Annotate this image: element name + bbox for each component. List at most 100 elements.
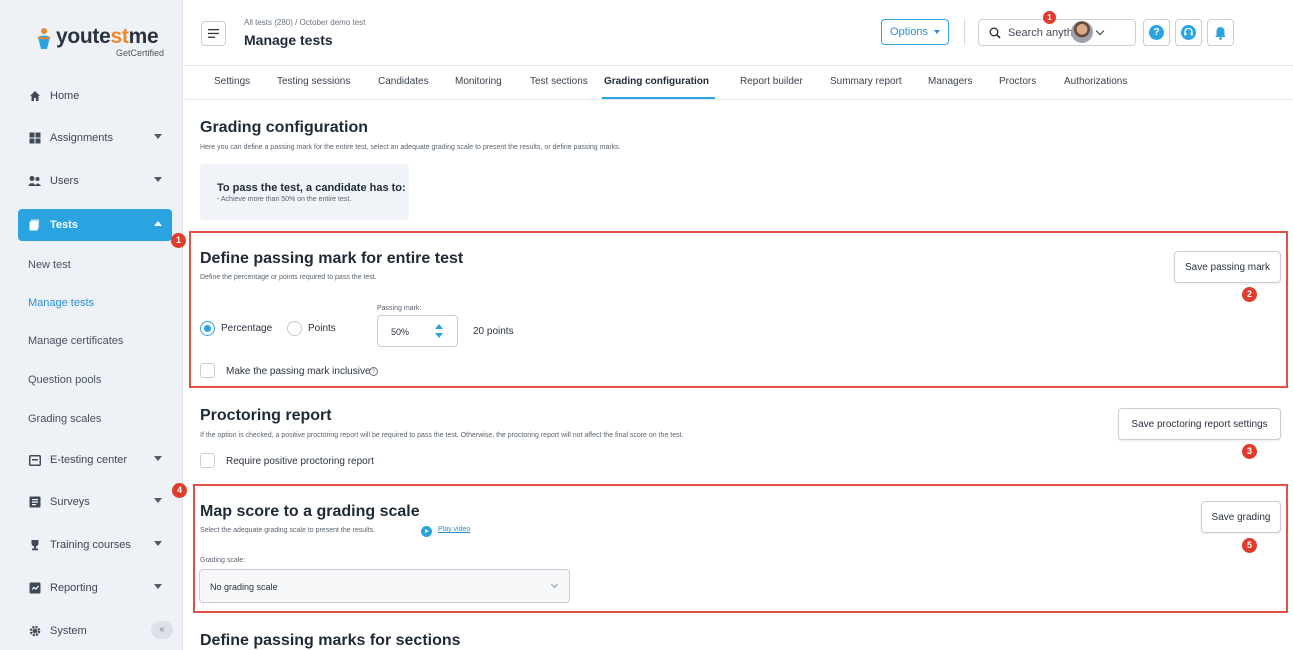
search-input[interactable]: Search anything — [978, 19, 1136, 46]
brand-name: youtestme — [56, 25, 159, 48]
hamburger-icon — [208, 29, 219, 38]
gear-icon — [28, 625, 41, 638]
reporting-icon — [28, 582, 41, 595]
help-icon: ? — [1149, 25, 1164, 40]
proctoring-description: If the option is checked, a positive pro… — [200, 432, 684, 439]
sidebar-subitem-manage-tests[interactable]: Manage tests — [28, 297, 94, 309]
tab-monitoring[interactable]: Monitoring — [455, 76, 502, 87]
sidebar-subitem-question-pools[interactable]: Question pools — [28, 374, 101, 386]
tab-authorizations[interactable]: Authorizations — [1064, 76, 1127, 87]
chevron-down-icon — [154, 134, 162, 139]
notifications-button[interactable] — [1207, 19, 1234, 46]
points-equivalent: 20 points — [473, 326, 514, 337]
collapse-sidebar-button[interactable]: « — [151, 621, 173, 639]
chevron-down-icon — [154, 498, 162, 503]
pass-summary-card: To pass the test, a candidate has to: - … — [200, 164, 409, 220]
chevron-down-icon — [154, 456, 162, 461]
options-button[interactable]: Options — [881, 19, 949, 45]
require-proctoring-label: Require positive proctoring report — [226, 456, 374, 467]
search-icon — [989, 27, 1001, 39]
step-marker-5: 5 — [1242, 538, 1257, 553]
info-icon[interactable]: ? — [369, 367, 378, 376]
sidebar-item-label: E-testing center — [50, 454, 128, 466]
sidebar-subitem-new-test[interactable]: New test — [28, 259, 71, 271]
section-title-passing-marks-sections: Define passing marks for sections — [200, 632, 461, 649]
sidebar-item-tests[interactable]: Tests — [18, 209, 172, 241]
chevron-up-icon — [154, 221, 162, 226]
caret-down-icon — [933, 30, 940, 34]
avatar[interactable] — [1071, 21, 1093, 43]
help-button[interactable]: ? — [1143, 19, 1170, 46]
calendar-icon — [28, 454, 41, 467]
sidebar-item-label: Training courses — [50, 539, 131, 551]
headset-icon — [1181, 25, 1196, 40]
sidebar-subitem-grading-scales[interactable]: Grading scales — [28, 413, 101, 425]
sidebar-item-e-testing-center[interactable]: E-testing center — [18, 444, 172, 476]
points-radio[interactable] — [287, 321, 302, 336]
brand-logo[interactable]: youtestme GetCertified — [36, 25, 166, 58]
sidebar-item-users[interactable]: Users — [18, 165, 172, 197]
active-tab-indicator — [602, 97, 715, 99]
tab-grading-configuration[interactable]: Grading configuration — [604, 76, 709, 87]
sidebar-item-label: Tests — [50, 219, 78, 231]
percentage-radio[interactable] — [200, 321, 215, 336]
section-description: Here you can define a passing mark for t… — [200, 144, 621, 151]
section-title-grading-configuration: Grading configuration — [200, 119, 368, 136]
grading-scale-selected: No grading scale — [210, 582, 278, 592]
step-marker-3: 3 — [1242, 444, 1257, 459]
chevron-down-icon — [550, 580, 559, 589]
tab-managers[interactable]: Managers — [928, 76, 972, 87]
menu-toggle-button[interactable] — [201, 21, 226, 46]
pass-summary-text: - Achieve more than 50% on the entire te… — [217, 196, 352, 203]
tab-settings[interactable]: Settings — [214, 76, 250, 87]
play-icon[interactable] — [421, 526, 432, 537]
logo-mark-icon — [37, 28, 51, 49]
chevron-down-icon — [154, 541, 162, 546]
increment-arrow-icon[interactable] — [435, 324, 443, 329]
passing-mark-stepper[interactable]: 50% — [377, 315, 458, 347]
sidebar-item-home[interactable]: Home — [18, 80, 172, 112]
tab-report-builder[interactable]: Report builder — [740, 76, 803, 87]
step-marker-4: 4 — [172, 483, 187, 498]
sidebar-item-system[interactable]: System — [18, 615, 172, 647]
breadcrumb[interactable]: All tests (280) / October demo test — [244, 18, 365, 27]
support-button[interactable] — [1175, 19, 1202, 46]
tab-summary-report[interactable]: Summary report — [830, 76, 902, 87]
tab-testing-sessions[interactable]: Testing sessions — [277, 76, 350, 87]
page-title: Manage tests — [244, 32, 333, 48]
section-title-passing-mark: Define passing mark for entire test — [200, 250, 464, 267]
sidebar-item-assignments[interactable]: Assignments — [18, 122, 172, 154]
decrement-arrow-icon[interactable] — [435, 333, 443, 338]
sidebar-item-reporting[interactable]: Reporting — [18, 572, 172, 604]
passing-mark-value: 50% — [391, 327, 410, 337]
sidebar-item-training-courses[interactable]: Training courses — [18, 529, 172, 561]
top-bar: All tests (280) / October demo test Mana… — [183, 0, 1293, 66]
save-passing-mark-button[interactable]: Save passing mark — [1174, 251, 1281, 283]
sidebar-item-label: Home — [50, 90, 80, 102]
save-proctoring-report-settings-button[interactable]: Save proctoring report settings — [1118, 408, 1281, 440]
sidebar-item-surveys[interactable]: Surveys — [18, 486, 172, 518]
tab-test-sections[interactable]: Test sections — [530, 76, 588, 87]
sidebar-item-label: Assignments — [50, 132, 113, 144]
tab-proctors[interactable]: Proctors — [999, 76, 1036, 87]
percentage-label: Percentage — [221, 323, 273, 334]
save-grading-button[interactable]: Save grading — [1201, 501, 1281, 533]
require-proctoring-checkbox[interactable] — [200, 453, 215, 468]
step-marker-1: 1 — [171, 233, 186, 248]
notification-count-badge: 1 — [1043, 11, 1056, 24]
inclusive-label: Make the passing mark inclusive — [226, 366, 371, 377]
assignments-icon — [28, 132, 41, 145]
grading-scale-select[interactable]: No grading scale — [199, 569, 570, 603]
tab-candidates[interactable]: Candidates — [378, 76, 429, 87]
grading-scale-field-label: Grading scale: — [200, 557, 246, 564]
home-icon — [28, 90, 41, 103]
section-title-proctoring-report: Proctoring report — [200, 407, 332, 424]
inclusive-checkbox[interactable] — [200, 363, 215, 378]
play-video-link[interactable]: Play video — [438, 526, 470, 533]
grading-scale-description: Select the adequate grading scale to pre… — [200, 527, 376, 534]
sidebar-subitem-manage-certificates[interactable]: Manage certificates — [28, 335, 123, 347]
chevron-down-icon — [154, 177, 162, 182]
sidebar-item-label: Users — [50, 175, 79, 187]
options-label: Options — [890, 26, 928, 38]
header-divider — [964, 19, 965, 45]
